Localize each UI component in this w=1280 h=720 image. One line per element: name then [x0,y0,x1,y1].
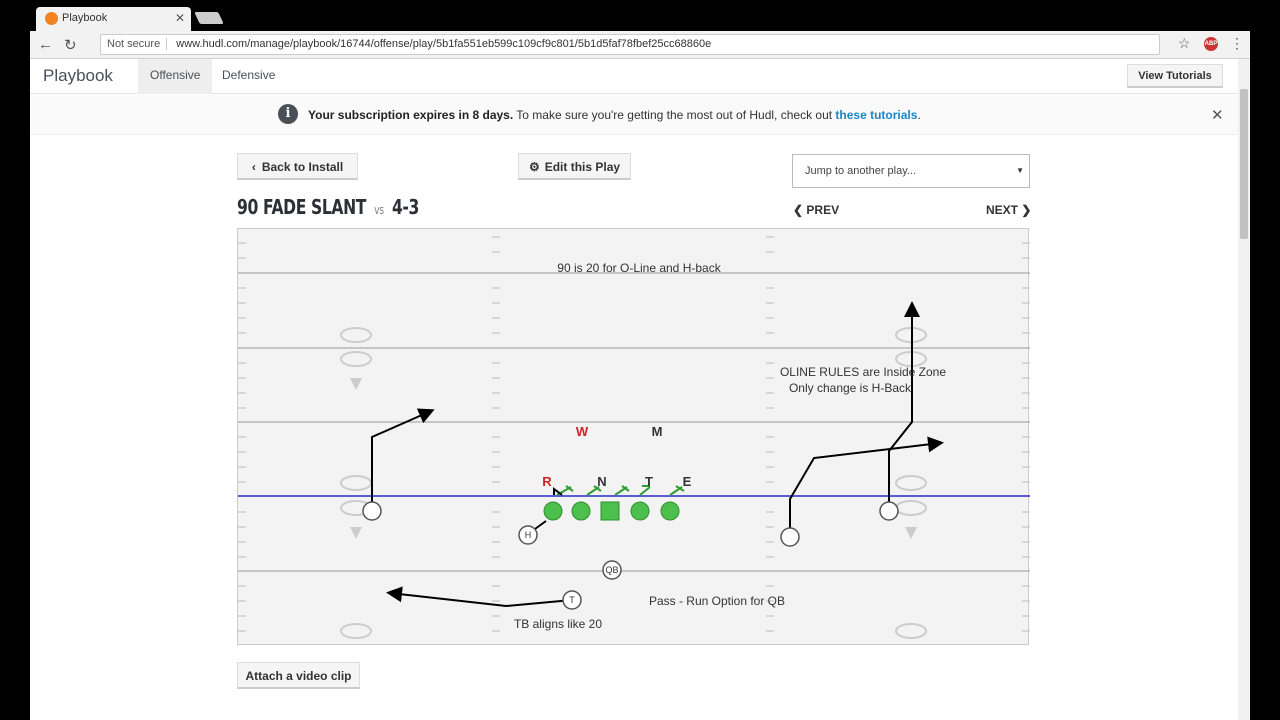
right-guard [630,501,650,521]
note-tb-align: TB aligns like 20 [514,617,602,631]
next-label: NEXT [986,203,1019,217]
play-title: 90 FADE SLANT vs 4-3 [237,195,419,219]
skill-players [362,501,899,610]
slot-receiver [780,527,800,547]
defense-name: 4-3 [391,195,419,219]
edit-label: Edit this Play [544,160,621,174]
adblock-icon[interactable]: ABP [1204,37,1218,51]
vs-label: vs [374,203,384,217]
address-bar[interactable]: Not secure www.hudl.com/manage/playbook/… [100,34,1160,55]
jump-select-value: Jump to another play... [805,165,917,177]
offensive-line [543,501,680,521]
tab-title: Playbook [62,12,108,24]
defender-t: T [645,474,653,489]
next-play-button[interactable]: NEXT ❯ [986,203,1031,217]
play-diagram: H QB T W M R N T E 90 is 20 for O-Line a… [237,228,1030,645]
brand-title[interactable]: Playbook [43,66,113,86]
defender-r: R [542,474,552,489]
note-oline: 90 is 20 for O-Line and H-back [557,261,721,275]
gear-icon: ⚙ [528,160,540,174]
defenders: W M R N T E [542,424,691,489]
prev-play-button[interactable]: ❮ PREV [793,203,839,217]
browser-tab[interactable]: Playbook ✕ [36,7,191,31]
new-tab-button[interactable] [194,12,224,24]
bookmark-star-icon[interactable]: ☆ [1178,35,1191,52]
close-tab-icon[interactable]: ✕ [175,11,185,25]
back-label: Back to Install [261,160,344,174]
security-indicator[interactable]: Not secure [107,38,168,50]
browser-toolbar: ← ↻ Not secure www.hudl.com/manage/playb… [30,31,1250,59]
note-h-back: Only change is H-Back [789,381,912,395]
h-label: H [525,530,532,540]
jump-to-play-select[interactable]: Jump to another play... ▼ [792,154,1030,188]
banner-end: . [917,108,921,122]
center [600,501,620,521]
back-arrow-icon[interactable]: ← [38,36,53,53]
prev-label: PREV [806,203,840,217]
close-banner-icon[interactable]: ✕ [1211,106,1224,124]
page-scrollbar[interactable] [1238,59,1250,720]
info-icon: i [278,104,298,124]
dropdown-caret-icon: ▼ [1016,166,1024,175]
url-text: www.hudl.com/manage/playbook/16744/offen… [176,38,712,50]
play-name: 90 FADE SLANT [237,195,366,219]
fade-route [888,301,920,511]
banner-text: To make sure you're getting the most out… [513,108,836,122]
chevron-left-icon: ❮ [793,203,804,217]
t-label: T [569,595,575,605]
tab-offensive[interactable]: Offensive [138,59,213,94]
qb-label: QB [605,565,618,575]
hash-marks [238,236,1030,632]
tb-route [386,586,573,608]
banner-message: Your subscription expires in 8 days. To … [308,108,921,122]
left-guard [571,501,591,521]
browser-menu-icon[interactable]: ⋮ [1230,35,1244,52]
back-to-install-button[interactable]: ‹ Back to Install [237,153,358,180]
defender-w: W [576,424,589,439]
chevron-left-icon: ‹ [251,160,256,174]
reload-icon[interactable]: ↻ [64,36,77,54]
defender-m: M [652,424,663,439]
play-diagram-canvas: H QB T W M R N T E 90 is 20 for O-Line a… [238,236,1030,639]
defender-e: E [683,474,692,489]
diagram-notes: 90 is 20 for O-Line and H-back OLINE RUL… [514,261,946,631]
block-marks [556,485,685,496]
note-pass-run: Pass - Run Option for QB [649,594,785,608]
scrollbar-thumb[interactable] [1240,89,1248,239]
browser-tab-strip: Playbook ✕ [0,0,1280,31]
page: Playbook Offensive Defensive View Tutori… [30,59,1250,720]
right-tackle [660,501,680,521]
subscription-banner: i Your subscription expires in 8 days. T… [30,95,1240,135]
edit-play-button[interactable]: ⚙ Edit this Play [518,153,631,180]
left-tackle [543,501,563,521]
view-tutorials-button[interactable]: View Tutorials [1127,64,1223,88]
chevron-right-icon: ❯ [1021,203,1032,217]
banner-bold-text: Your subscription expires in 8 days. [308,108,514,122]
tab-defensive[interactable]: Defensive [210,59,287,94]
note-inside-zone: OLINE RULES are Inside Zone [780,365,946,379]
top-navigation: Playbook Offensive Defensive View Tutori… [30,59,1240,94]
hudl-favicon-icon [45,12,58,25]
attach-video-button[interactable]: Attach a video clip [237,662,360,689]
defender-n: N [597,474,606,489]
routes [371,301,944,608]
left-receiver [362,501,382,521]
tutorials-link[interactable]: these tutorials [835,108,917,122]
right-receiver [879,501,899,521]
